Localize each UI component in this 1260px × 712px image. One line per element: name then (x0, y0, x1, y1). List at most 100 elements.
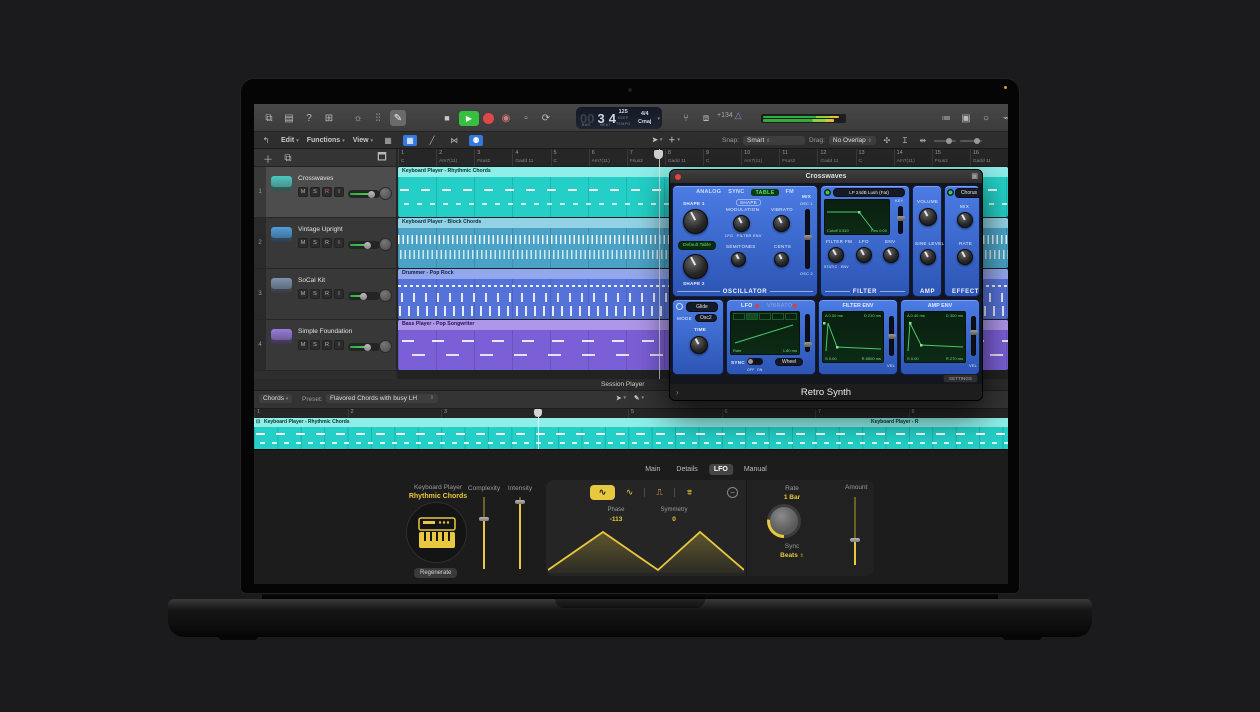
metronome-icon[interactable]: △ (735, 110, 742, 121)
capture-record-icon[interactable]: ◉ (498, 110, 514, 126)
m-button[interactable]: M (298, 238, 308, 248)
ruler-bar[interactable]: 8 Gadd 11 (665, 149, 703, 166)
region-loop-icon[interactable]: ⊡ (256, 419, 260, 425)
editor-tab-lfo[interactable]: LFO (709, 464, 733, 475)
add-track-button[interactable]: ＋ (260, 152, 276, 164)
lcd-time-signature[interactable]: 4/4 (638, 110, 651, 118)
ruler-bar[interactable]: 5 C (551, 149, 589, 166)
volume-slider[interactable] (348, 292, 380, 300)
stop-button[interactable]: ■ (439, 110, 455, 126)
list-editors-icon[interactable]: ≔ (938, 110, 954, 126)
tab-table[interactable]: TABLE (751, 189, 778, 196)
editors-icon[interactable]: ✎ (390, 110, 406, 126)
close-icon[interactable] (675, 174, 681, 180)
amount-slider[interactable] (854, 497, 856, 565)
pan-knob[interactable] (379, 238, 392, 251)
drag-select[interactable]: No Overlap ⇕ (829, 136, 876, 145)
ruler-bar[interactable]: 13 C (856, 149, 894, 166)
session-pointer-tool[interactable]: ➤▾ (616, 394, 626, 402)
r-button[interactable]: R (322, 340, 332, 350)
lfo-sync-switch[interactable] (747, 358, 763, 365)
filter-fm-knob[interactable] (828, 247, 844, 263)
rate-knob[interactable] (767, 504, 801, 538)
flex-icon[interactable]: ✣ (880, 135, 894, 146)
session-player-icon[interactable]: ⚉ (469, 135, 483, 146)
tab-analog[interactable]: ANALOG (696, 189, 721, 196)
s-button[interactable]: S (310, 238, 320, 248)
ruler-bar[interactable]: 15 Fsus2 (932, 149, 970, 166)
shape-modulation-knob[interactable] (733, 215, 750, 232)
filter-env-display[interactable]: A 0.00 msD 210 ms S 0.00R 8500 ms (822, 311, 884, 363)
amp-env-display[interactable]: A 0.40 msD 300 ms S 0.00R 270 ms (904, 311, 966, 363)
autozoom-icon[interactable]: ⇹ (916, 135, 930, 146)
player-style[interactable]: Rhythmic Chords (409, 492, 467, 501)
playhead[interactable] (659, 149, 660, 379)
r-button[interactable]: R (322, 289, 332, 299)
track-header[interactable]: 1 Crosswaves MSRI (254, 167, 396, 218)
track-header[interactable]: 3 SoCal Kit MSRI (254, 269, 396, 320)
duplicate-track-button[interactable]: ⧉ (280, 152, 296, 164)
rate-value[interactable]: 1 Bar (784, 493, 800, 502)
smart-controls-icon[interactable]: ☼ (350, 110, 366, 126)
pan-knob[interactable] (379, 340, 392, 353)
bar-ruler[interactable]: 1 C2 Am7(11)3 Fsus24 Gadd 115 C6 Am7(11)… (398, 149, 1008, 167)
default-table-button[interactable]: Default Table (678, 241, 716, 250)
pan-knob[interactable] (379, 187, 392, 200)
wave-random-icon[interactable]: ⩨ (677, 485, 702, 500)
i-button[interactable]: I (334, 340, 344, 350)
ruler-bar[interactable]: 4 Gadd 11 (512, 149, 550, 166)
glide-mode-value[interactable]: Osc2 (695, 314, 717, 322)
volume-slider[interactable] (348, 343, 380, 351)
lfo-display[interactable]: Rate 1.80 ms (730, 311, 800, 355)
track-header-options-icon[interactable]: 🗖 (374, 152, 390, 164)
track-header[interactable]: 2 Vintage Upright MSRI (254, 218, 396, 269)
editor-tab-main[interactable]: Main (640, 464, 665, 475)
lfo-wheel-button[interactable]: Wheel (775, 358, 803, 366)
tuner-icon[interactable]: ⑂ (678, 110, 694, 126)
lcd-display[interactable]: 00 3 4 BAR BEAT 125 KEEP TEMPO 4/4 (576, 107, 662, 129)
count-in-icon[interactable]: ⧈ (698, 110, 714, 126)
command-tool-menu[interactable]: ＋▾ (668, 135, 680, 145)
effect-rate-knob[interactable] (957, 249, 973, 265)
snap-select[interactable]: Smart ⇕ (743, 136, 805, 145)
i-button[interactable]: I (334, 289, 344, 299)
volume-slider[interactable] (348, 241, 380, 249)
track-name[interactable]: SoCal Kit (298, 277, 325, 284)
s-button[interactable]: S (310, 289, 320, 299)
osc-mix-slider[interactable] (805, 209, 810, 269)
catch-playhead-icon[interactable]: ↰ (259, 135, 273, 146)
player-artwork[interactable] (406, 502, 467, 563)
editor-tab-manual[interactable]: Manual (739, 464, 772, 475)
lcd-chevron-icon[interactable]: ▾ (657, 116, 660, 122)
cents-knob[interactable] (774, 252, 789, 267)
m-button[interactable]: M (298, 289, 308, 299)
regions-view-icon[interactable]: ▦ (403, 135, 417, 146)
filter-power-icon[interactable] (824, 189, 831, 196)
glide-select[interactable]: Glide (686, 302, 718, 312)
zoom-h-slider[interactable] (934, 140, 956, 142)
session-pencil-tool[interactable]: ✎▾ (634, 394, 644, 402)
volume-knob[interactable] (919, 208, 937, 226)
cycle-icon[interactable]: ⟳ (538, 110, 554, 126)
ruler-bar[interactable]: 6 Am7(11) (589, 149, 627, 166)
shape1-knob[interactable] (683, 209, 708, 234)
zoom-v-slider[interactable] (960, 140, 982, 142)
filter-env-knob[interactable] (883, 247, 899, 263)
i-button[interactable]: I (334, 187, 344, 197)
s-button[interactable]: S (310, 187, 320, 197)
shape2-knob[interactable] (683, 254, 708, 279)
replace-icon[interactable]: ▫ (518, 110, 534, 126)
quick-help-icon[interactable]: ? (301, 110, 317, 126)
r-button[interactable]: R (322, 238, 332, 248)
session-region[interactable]: ⊡ Keyboard Player - Rhythmic Chords Keyb… (254, 418, 1008, 449)
settings-button[interactable]: SETTINGS (943, 374, 978, 383)
vibrato-tab[interactable]: VIBRATO (767, 303, 792, 309)
r-button[interactable]: R (322, 187, 332, 197)
playhead-pin[interactable] (654, 150, 663, 159)
note-pads-icon[interactable]: ▣ (958, 110, 974, 126)
intensity-slider[interactable] (519, 497, 521, 569)
grid-view-icon[interactable]: ▦ (381, 135, 395, 146)
functions-menu[interactable]: Functions▾ (307, 137, 345, 144)
m-button[interactable]: M (298, 187, 308, 197)
inspector-icon[interactable]: ▤ (281, 110, 297, 126)
